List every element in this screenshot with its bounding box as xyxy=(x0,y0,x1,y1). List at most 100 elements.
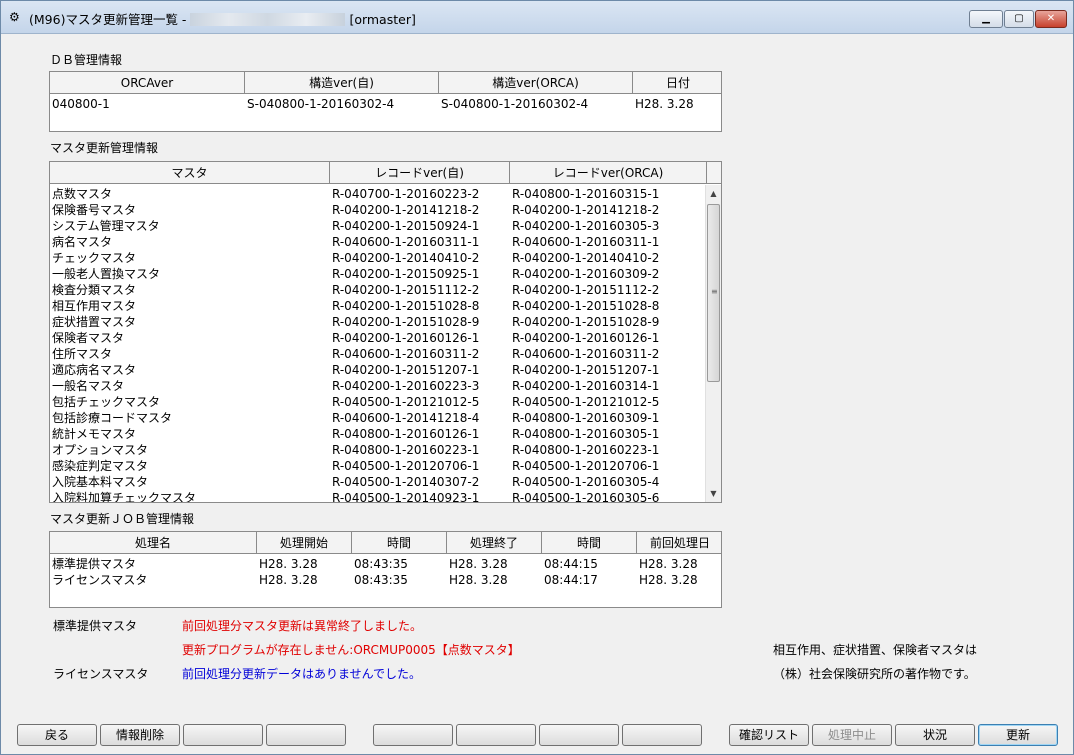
db-col-struct-self[interactable]: 構造ver(自) xyxy=(245,72,439,93)
f3-button[interactable] xyxy=(183,724,263,746)
table-row[interactable]: 入院料加算チェックマスタ R-040500-1-20140923-1 R-04050… xyxy=(50,490,707,503)
table-row[interactable]: 適応病名マスタ R-040200-1-20151207-1 R-040200-1-2… xyxy=(50,362,707,378)
db-info-table[interactable]: ORCAver 構造ver(自) 構造ver(ORCA) 日付 040800-1… xyxy=(49,71,722,132)
table-row[interactable]: 一般老人置換マスタ R-040200-1-20150925-1 R-040200-1… xyxy=(50,266,707,282)
table-row[interactable]: 検査分類マスタ R-040200-1-20151112-2 R-040200-1-2… xyxy=(50,282,707,298)
db-info-label: ＤＢ管理情報 xyxy=(50,53,123,67)
job-info-table[interactable]: 処理名 処理開始 時間 処理終了 時間 前回処理日 標準提供マスタ H28. 3.… xyxy=(49,531,722,608)
minimize-button[interactable]: ▁ xyxy=(969,10,1003,28)
table-row[interactable]: 感染症判定マスタ R-040500-1-20120706-1 R-040500-1-… xyxy=(50,458,707,474)
table-cell: R-040500-1-20121012-5 xyxy=(332,395,480,409)
master-col-name[interactable]: マスタ xyxy=(50,162,330,183)
f5-button[interactable] xyxy=(373,724,453,746)
table-row[interactable]: 入院基本料マスタ R-040500-1-20140307-2 R-040500-1-… xyxy=(50,474,707,490)
title-bar[interactable]: ⚙ (M96)マスタ更新管理一覧 - [ormaster] ▁ ▢ ✕ xyxy=(1,1,1073,34)
close-button[interactable]: ✕ xyxy=(1035,10,1067,28)
table-cell: R-040200-1-20151028-8 xyxy=(332,299,480,313)
table-cell: H28. 3.28 xyxy=(449,557,508,571)
table-cell: R-040200-1-20160309-2 xyxy=(512,267,660,281)
f8-button[interactable] xyxy=(622,724,702,746)
license-master-message: 前回処理分更新データはありませんでした。 xyxy=(182,667,422,681)
table-cell: R-040200-1-20151112-2 xyxy=(332,283,480,297)
redacted-text xyxy=(190,13,346,26)
table-row[interactable]: チェックマスタ R-040200-1-20140410-2 R-040200-1-2… xyxy=(50,250,707,266)
job-col-start-time[interactable]: 時間 xyxy=(352,532,447,553)
table-row[interactable]: 統計メモマスタ R-040800-1-20160126-1 R-040800-1-2… xyxy=(50,426,707,442)
table-row[interactable]: 一般名マスタ R-040200-1-20160223-3 R-040200-1-20… xyxy=(50,378,707,394)
table-cell: R-040800-1-20160223-1 xyxy=(332,443,480,457)
job-info-header: 処理名 処理開始 時間 処理終了 時間 前回処理日 xyxy=(50,532,721,554)
table-cell: 08:44:15 xyxy=(544,557,598,571)
table-cell: R-040600-1-20160311-1 xyxy=(332,235,480,249)
master-scrollbar[interactable]: ▲ ≡ ▼ xyxy=(705,185,721,502)
confirm-list-button[interactable]: 確認リスト xyxy=(729,724,809,746)
client-area: ＤＢ管理情報 ORCAver 構造ver(自) 構造ver(ORCA) 日付 0… xyxy=(9,35,1067,748)
table-cell: R-040600-1-20141218-4 xyxy=(332,411,480,425)
scroll-thumb[interactable]: ≡ xyxy=(707,204,720,382)
back-button[interactable]: 戻る xyxy=(17,724,97,746)
table-row[interactable]: 040800-1 S-040800-1-20160302-4 S-040800-… xyxy=(50,96,721,112)
table-cell: R-040500-1-20140307-2 xyxy=(332,475,480,489)
f6-button[interactable] xyxy=(456,724,536,746)
table-row[interactable]: 包括チェックマスタ R-040500-1-20121012-5 R-040500-1… xyxy=(50,394,707,410)
job-col-end[interactable]: 処理終了 xyxy=(447,532,542,553)
table-cell: 点数マスタ xyxy=(52,187,113,201)
status-button[interactable]: 状況 xyxy=(895,724,975,746)
master-col-record-self[interactable]: レコードver(自) xyxy=(330,162,510,183)
table-row[interactable]: 保険番号マスタ R-040200-1-20141218-2 R-040200-1-2… xyxy=(50,202,707,218)
job-col-start[interactable]: 処理開始 xyxy=(257,532,352,553)
master-info-table[interactable]: マスタ レコードver(自) レコードver(ORCA) 点数マスタ R-0407… xyxy=(49,161,722,503)
scroll-down-arrow-icon[interactable]: ▼ xyxy=(706,485,721,502)
table-cell: R-040200-1-20140410-2 xyxy=(512,251,660,265)
db-info-body: 040800-1 S-040800-1-20160302-4 S-040800-… xyxy=(50,96,721,112)
table-cell: H28. 3.28 xyxy=(449,573,508,587)
scroll-up-arrow-icon[interactable]: ▲ xyxy=(706,185,721,202)
table-cell: 入院料加算チェックマスタ xyxy=(52,491,197,503)
job-info-body: 標準提供マスタ H28. 3.28 08:43:35 H28. 3.28 08:44:1… xyxy=(50,556,721,588)
master-info-label: マスタ更新管理情報 xyxy=(50,141,159,155)
f7-button[interactable] xyxy=(539,724,619,746)
table-row[interactable]: 保険者マスタ R-040200-1-20160126-1 R-040200-1-20… xyxy=(50,330,707,346)
f4-button[interactable] xyxy=(266,724,346,746)
table-cell: 08:43:35 xyxy=(354,573,408,587)
db-col-orcaver[interactable]: ORCAver xyxy=(50,72,245,93)
db-col-date[interactable]: 日付 xyxy=(633,72,721,93)
table-cell: R-040500-1-20140923-1 xyxy=(332,491,480,503)
db-col-struct-orca[interactable]: 構造ver(ORCA) xyxy=(439,72,633,93)
table-cell: R-040200-1-20151207-1 xyxy=(512,363,660,377)
table-row[interactable]: システム管理マスタ R-040200-1-20150924-1 R-040200-1… xyxy=(50,218,707,234)
table-cell: S-040800-1-20160302-4 xyxy=(247,97,395,111)
copyright-notice-line2: （株）社会保険研究所の著作物です。 xyxy=(773,667,976,681)
table-cell: 相互作用マスタ xyxy=(52,299,137,313)
update-button[interactable]: 更新 xyxy=(978,724,1058,746)
table-row[interactable]: 住所マスタ R-040600-1-20160311-2 R-040600-1-201… xyxy=(50,346,707,362)
table-row[interactable]: 症状措置マスタ R-040200-1-20151028-9 R-040200-1-2… xyxy=(50,314,707,330)
table-row[interactable]: 病名マスタ R-040600-1-20160311-1 R-040600-1-201… xyxy=(50,234,707,250)
delete-info-button[interactable]: 情報削除 xyxy=(100,724,180,746)
table-row[interactable]: 点数マスタ R-040700-1-20160223-2 R-040800-1-201… xyxy=(50,186,707,202)
table-cell: R-040700-1-20160223-2 xyxy=(332,187,480,201)
master-info-header: マスタ レコードver(自) レコードver(ORCA) xyxy=(50,162,721,184)
maximize-button[interactable]: ▢ xyxy=(1004,10,1034,28)
master-info-body: 点数マスタ R-040700-1-20160223-2 R-040800-1-201… xyxy=(50,186,707,503)
table-cell: R-040500-1-20120706-1 xyxy=(512,459,660,473)
table-cell: 標準提供マスタ xyxy=(52,557,137,571)
job-col-end-time[interactable]: 時間 xyxy=(542,532,637,553)
table-cell: R-040500-1-20160305-6 xyxy=(512,491,660,503)
table-cell: 住所マスタ xyxy=(52,347,113,361)
table-cell: 包括診療コードマスタ xyxy=(52,411,173,425)
table-row[interactable]: 相互作用マスタ R-040200-1-20151028-8 R-040200-1-2… xyxy=(50,298,707,314)
table-cell: S-040800-1-20160302-4 xyxy=(441,97,589,111)
master-col-record-orca[interactable]: レコードver(ORCA) xyxy=(510,162,707,183)
cancel-process-button[interactable]: 処理中止 xyxy=(812,724,892,746)
table-row[interactable]: 包括診療コードマスタ R-040600-1-20141218-4 R-040800-… xyxy=(50,410,707,426)
job-col-last-date[interactable]: 前回処理日 xyxy=(637,532,721,553)
table-row[interactable]: オプションマスタ R-040800-1-20160223-1 R-040800-1-… xyxy=(50,442,707,458)
table-cell: 08:43:35 xyxy=(354,557,408,571)
table-cell: 包括チェックマスタ xyxy=(52,395,161,409)
job-col-name[interactable]: 処理名 xyxy=(50,532,257,553)
table-row[interactable]: 標準提供マスタ H28. 3.28 08:43:35 H28. 3.28 08:44:1… xyxy=(50,556,721,572)
table-cell: 感染症判定マスタ xyxy=(52,459,149,473)
table-cell: チェックマスタ xyxy=(52,251,137,265)
table-row[interactable]: ライセンスマスタ H28. 3.28 08:43:35 H28. 3.28 08:44:… xyxy=(50,572,721,588)
